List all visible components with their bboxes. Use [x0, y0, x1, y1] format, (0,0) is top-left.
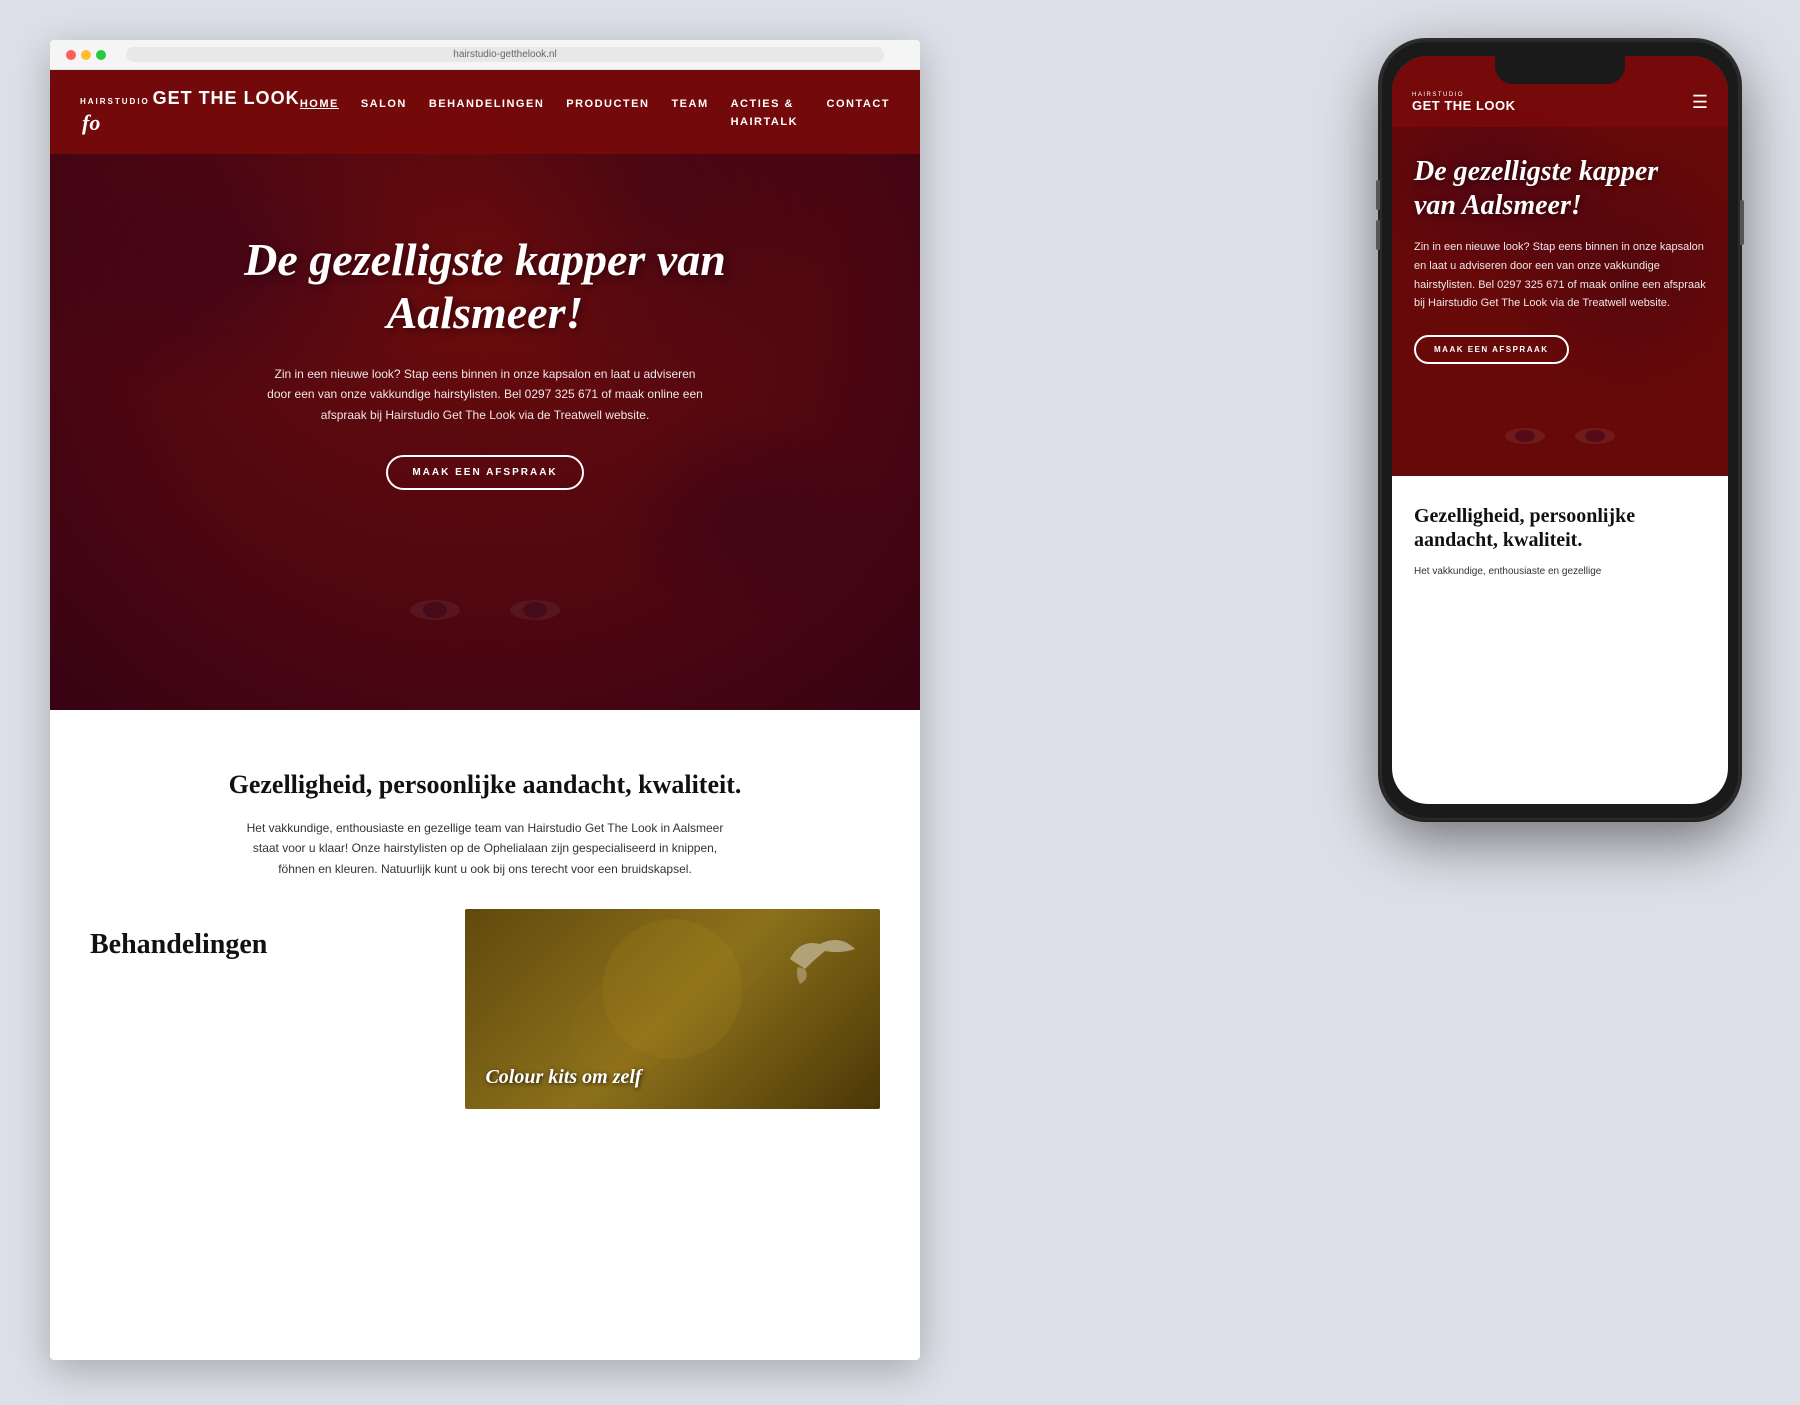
image-card-title: Colour kits om zelf [485, 1066, 641, 1089]
mobile-hero-title: De gezelligste kapper van Aalsmeer! [1414, 155, 1706, 222]
desktop-behandelingen-section: Behandelingen [90, 909, 465, 1109]
desktop-behandelingen-title: Behandelingen [90, 929, 435, 961]
nav-item-contact[interactable]: CONTACT [827, 94, 890, 130]
hero-face-decoration [335, 510, 635, 710]
desktop-bottom-row: Behandelingen Colour kits om zelf [90, 909, 880, 1109]
volume-up-button [1376, 180, 1380, 210]
mobile-hero: HAIRSTUDIO GET THE LOOK ☰ De gezelligste… [1392, 56, 1728, 476]
mobile-white-section: Gezelligheid, persoonlijke aandacht, kwa… [1392, 476, 1728, 600]
desktop-appointment-button[interactable]: MAAK EEN AFSPRAAK [386, 455, 583, 490]
desktop-white-section: Gezelligheid, persoonlijke aandacht, kwa… [50, 710, 920, 1149]
mobile-appointment-button[interactable]: MAAK EEN AFSPRAAK [1414, 335, 1569, 364]
nav-link-home[interactable]: HOME [300, 98, 339, 110]
mobile-hero-description: Zin in een nieuwe look? Stap eens binnen… [1414, 238, 1706, 313]
logo-main-text: GET THE LOOK [153, 88, 300, 108]
desktop-image-card: Colour kits om zelf [465, 909, 880, 1109]
bird-icon [780, 929, 860, 989]
desktop-hero-content: De gezelligste kapper van Aalsmeer! Zin … [50, 154, 920, 530]
desktop-logo: HAIRSTUDIO GET THE LOOK fo [80, 88, 300, 136]
desktop-section-title: Gezelligheid, persoonlijke aandacht, kwa… [90, 770, 880, 800]
nav-link-contact[interactable]: CONTACT [827, 98, 890, 110]
nav-links: HOME SALON BEHANDELINGEN PRODUCTEN TEAM … [300, 94, 890, 130]
desktop-hero-description: Zin in een nieuwe look? Stap eens binnen… [265, 364, 705, 425]
desktop-hero: HAIRSTUDIO GET THE LOOK fo HOME SALON BE… [50, 70, 920, 710]
phone-frame: HAIRSTUDIO GET THE LOOK ☰ De gezelligste… [1380, 40, 1740, 820]
nav-link-producten[interactable]: PRODUCTEN [566, 98, 649, 110]
nav-link-team[interactable]: TEAM [671, 98, 708, 110]
phone-notch [1495, 56, 1625, 84]
browser-chrome: hairstudio-getthelook.nl [50, 40, 920, 70]
power-button [1740, 200, 1744, 245]
mobile-face-decoration [1460, 396, 1660, 476]
browser-dots [66, 50, 106, 60]
nav-item-producten[interactable]: PRODUCTEN [566, 94, 649, 130]
hamburger-menu-icon[interactable]: ☰ [1692, 92, 1708, 113]
nav-item-team[interactable]: TEAM [671, 94, 708, 130]
mobile-logo-main: GET THE LOOK [1412, 99, 1516, 113]
mobile-mockup: HAIRSTUDIO GET THE LOOK ☰ De gezelligste… [1380, 40, 1740, 820]
nav-item-salon[interactable]: SALON [361, 94, 407, 130]
nav-item-acties[interactable]: ACTIES & HAIRTALK [731, 94, 805, 130]
nav-item-behandelingen[interactable]: BEHANDELINGEN [429, 94, 544, 130]
desktop-section-description: Het vakkundige, enthousiaste en gezellig… [245, 818, 725, 879]
mobile-section-description: Het vakkundige, enthousiaste en gezellig… [1414, 564, 1706, 580]
desktop-hero-title: De gezelligste kapper van Aalsmeer! [150, 234, 820, 340]
logo-top-text: HAIRSTUDIO [80, 97, 150, 106]
url-bar[interactable]: hairstudio-getthelook.nl [126, 47, 884, 62]
close-dot[interactable] [66, 50, 76, 60]
nav-link-salon[interactable]: SALON [361, 98, 407, 110]
nav-item-home[interactable]: HOME [300, 94, 339, 130]
phone-screen: HAIRSTUDIO GET THE LOOK ☰ De gezelligste… [1392, 56, 1728, 804]
minimize-dot[interactable] [81, 50, 91, 60]
desktop-navigation: HAIRSTUDIO GET THE LOOK fo HOME SALON BE… [50, 70, 920, 154]
maximize-dot[interactable] [96, 50, 106, 60]
nav-link-acties[interactable]: ACTIES & HAIRTALK [731, 98, 798, 128]
desktop-mockup: hairstudio-getthelook.nl HAIRSTUDIO GET … [50, 40, 920, 1360]
nav-link-behandelingen[interactable]: BEHANDELINGEN [429, 98, 544, 110]
logo-script: fo [82, 110, 100, 135]
mobile-section-title: Gezelligheid, persoonlijke aandacht, kwa… [1414, 504, 1706, 552]
mobile-logo: HAIRSTUDIO GET THE LOOK [1412, 92, 1516, 113]
mobile-hero-content: De gezelligste kapper van Aalsmeer! Zin … [1392, 127, 1728, 384]
volume-down-button [1376, 220, 1380, 250]
